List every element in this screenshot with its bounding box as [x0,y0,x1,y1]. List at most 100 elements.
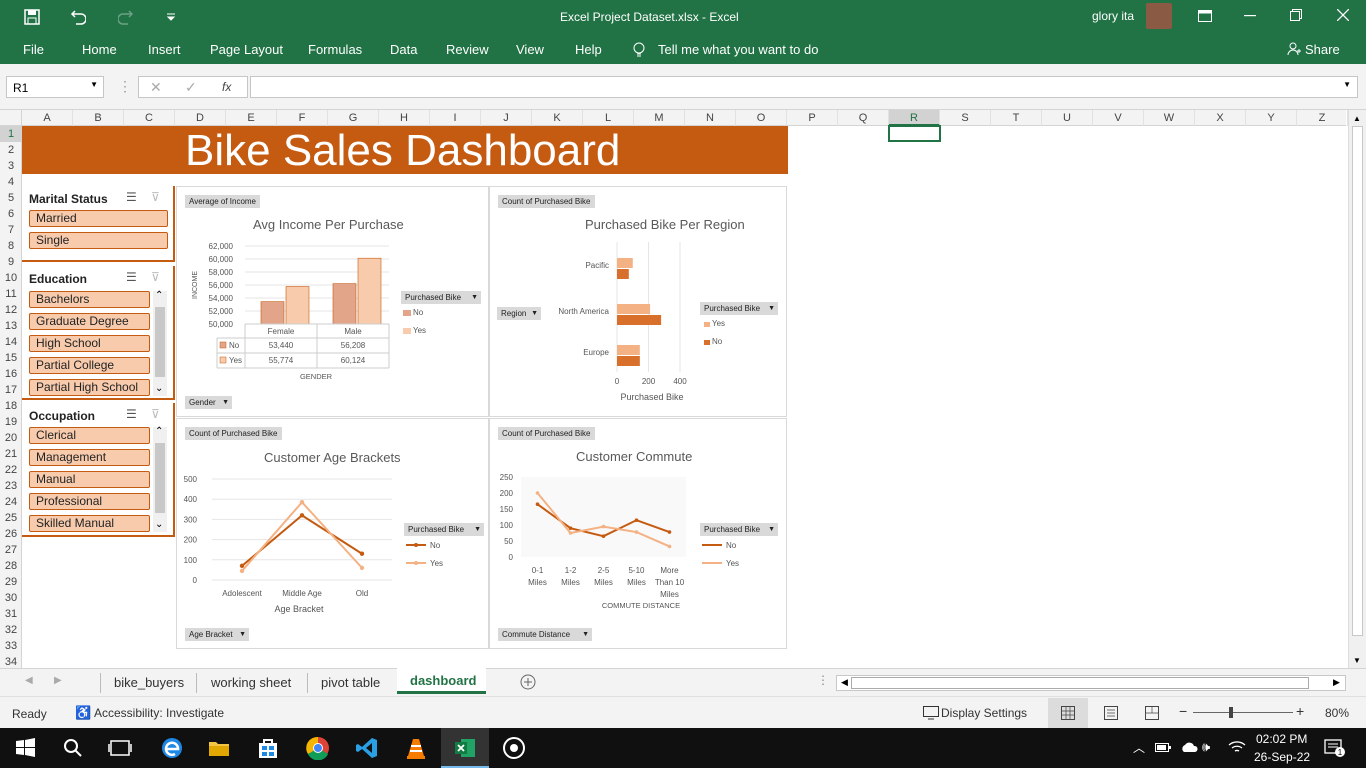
horizontal-scrollbar[interactable]: ◀ ▶ [836,675,1346,691]
row-header[interactable]: 27 [0,542,22,558]
scroll-thumb[interactable] [155,307,165,377]
column-header[interactable]: O [736,110,787,126]
task-view-icon[interactable] [108,736,132,760]
clock-date[interactable]: 26-Sep-22 [1254,750,1310,764]
new-sheet-icon[interactable] [520,674,536,690]
scroll-up-icon[interactable]: ⌃ [155,426,163,437]
slicer-item[interactable]: Married [29,210,168,227]
insert-function-icon[interactable]: fx [222,80,231,94]
scroll-down-icon[interactable]: ⌄ [155,383,163,394]
scroll-up-icon[interactable]: ▲ [1353,114,1361,123]
tab-view[interactable]: View [516,42,544,57]
column-header[interactable]: Y [1246,110,1297,126]
chevron-down-icon[interactable]: ▼ [90,80,98,89]
enter-icon[interactable]: ✓ [185,79,197,96]
row-header[interactable]: 28 [0,558,22,574]
row-header[interactable]: 8 [0,238,22,254]
row-header[interactable]: 9 [0,254,22,270]
column-header[interactable]: C [124,110,175,126]
slicer-item[interactable]: Professional [29,493,150,510]
expand-formula-icon[interactable]: ▼ [1343,80,1351,89]
column-header[interactable]: W [1144,110,1195,126]
tab-file[interactable]: File [23,42,44,57]
slicer-scrollbar[interactable]: ⌃ ⌄ [153,290,167,396]
column-header[interactable]: E [226,110,277,126]
slicer-education[interactable]: Education ☰ ⊽ Bachelors Graduate Degree … [22,266,175,400]
row-header[interactable]: 30 [0,590,22,606]
vscode-icon[interactable] [355,736,379,760]
row-header[interactable]: 13 [0,318,22,334]
name-box[interactable]: R1 ▼ [6,76,104,98]
vlc-icon[interactable] [404,736,428,760]
row-header[interactable]: 20 [0,430,22,446]
chart-avg-income[interactable]: Average of Income Avg Income Per Purchas… [176,186,489,417]
column-header[interactable]: A [22,110,73,126]
slicer-item[interactable]: Clerical [29,427,150,444]
row-header[interactable]: 14 [0,334,22,350]
column-header[interactable]: R [889,110,940,126]
display-settings-icon[interactable] [923,706,939,720]
row-header[interactable]: 15 [0,350,22,366]
slicer-item[interactable]: Partial High School [29,379,150,396]
sheet-tab-working-sheet[interactable]: working sheet [211,673,291,693]
store-icon[interactable] [256,736,280,760]
slicer-marital-status[interactable]: Marital Status ☰ ⊽ Married Single [22,186,175,262]
column-header[interactable]: Q [838,110,889,126]
row-header[interactable]: 2 [0,142,22,158]
close-icon[interactable] [1337,9,1349,21]
scroll-thumb[interactable] [851,677,1309,689]
zoom-in-icon[interactable]: + [1296,703,1304,719]
ribbon-display-icon[interactable] [1198,10,1212,22]
row-header[interactable]: 1 [0,126,22,142]
zoom-out-icon[interactable]: − [1179,703,1187,719]
slicer-item[interactable]: High School [29,335,150,352]
slicer-scrollbar[interactable]: ⌃ ⌄ [153,426,167,532]
row-header[interactable]: 5 [0,190,22,206]
onedrive-icon[interactable] [1180,741,1198,753]
search-icon[interactable] [61,736,85,760]
row-header[interactable]: 33 [0,638,22,654]
column-header[interactable]: B [73,110,124,126]
user-name[interactable]: glory ita [1092,9,1134,23]
excel-taskbar-button[interactable] [441,728,489,768]
zoom-level[interactable]: 80% [1325,706,1349,720]
row-header[interactable]: 7 [0,222,22,238]
column-header[interactable]: T [991,110,1042,126]
column-header[interactable]: U [1042,110,1093,126]
avatar[interactable] [1146,3,1172,29]
slicer-item[interactable]: Graduate Degree [29,313,150,330]
row-header[interactable]: 3 [0,158,22,174]
scroll-down-icon[interactable]: ▼ [1353,656,1361,665]
row-header[interactable]: 29 [0,574,22,590]
slicer-item[interactable]: Skilled Manual [29,515,150,532]
clear-filter-icon[interactable]: ⊽ [151,407,160,421]
file-explorer-icon[interactable] [207,736,231,760]
slicer-item[interactable]: Management [29,449,150,466]
tab-review[interactable]: Review [446,42,489,57]
wifi-icon[interactable] [1228,740,1246,754]
row-header[interactable]: 31 [0,606,22,622]
tab-help[interactable]: Help [575,42,602,57]
slicer-item[interactable]: Manual [29,471,150,488]
scroll-thumb[interactable] [155,443,165,513]
prev-sheet-icon[interactable]: ◀ [25,675,33,686]
row-header[interactable]: 23 [0,478,22,494]
row-header[interactable]: 10 [0,270,22,286]
multi-select-icon[interactable]: ☰ [126,190,137,204]
row-header[interactable]: 24 [0,494,22,510]
row-header[interactable]: 6 [0,206,22,222]
vertical-scrollbar[interactable]: ▲ ▼ [1348,110,1366,668]
redo-icon[interactable] [118,9,134,25]
multi-select-icon[interactable]: ☰ [126,270,137,284]
slicer-item[interactable]: Single [29,232,168,249]
row-header[interactable]: 25 [0,510,22,526]
selected-cell[interactable] [888,125,941,142]
row-header[interactable]: 11 [0,286,22,302]
clear-filter-icon[interactable]: ⊽ [151,190,160,204]
column-header[interactable]: H [379,110,430,126]
row-header[interactable]: 19 [0,414,22,430]
save-icon[interactable] [24,9,40,25]
row-header[interactable]: 21 [0,446,22,462]
display-settings-button[interactable]: Display Settings [941,706,1027,720]
row-header[interactable]: 26 [0,526,22,542]
